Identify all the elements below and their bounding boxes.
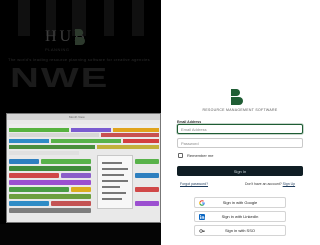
hub-logo: HUB [45,28,93,48]
brand-logo-icon [231,89,249,105]
google-sign-in-button[interactable]: Sign in with Google [194,197,286,208]
screenshot-title: Month View [69,115,85,119]
hub-logo-sub: PLANNING [45,47,70,52]
sign-in-button[interactable]: Sign In [177,166,303,176]
sso-sign-in-label: Sign in with SSO [224,228,255,233]
sign-up-link[interactable]: Sign Up [283,182,295,186]
hero-caption: The world's leading resource planning so… [8,57,150,62]
email-field[interactable] [177,124,303,134]
screenshot-popover [97,155,133,209]
brand-caption: Resource Management Software [202,108,278,112]
linkedin-sign-in-button[interactable]: Sign in with LinkedIn [194,211,286,222]
hub-b-mark-icon [75,29,93,45]
linkedin-sign-in-label: Sign in with LinkedIn [221,214,259,219]
hero-graphic-text: NWE [10,62,110,94]
forgot-password-link[interactable]: Forgot password? [180,182,208,186]
remember-me-checkbox[interactable] [178,153,183,158]
no-account-text: Don't have an account? [245,182,282,186]
google-sign-in-label: Sign in with Google [222,200,258,205]
hero-panel: HUB PLANNING The world's leading resourc… [0,0,161,245]
sso-sign-in-button[interactable]: Sign in with SSO [194,225,286,236]
password-field[interactable] [177,138,303,148]
signup-line: Don't have an account? Sign Up [245,182,295,186]
app-screenshot: Month View [6,113,161,223]
remember-me[interactable]: Remember me [178,153,213,158]
remember-me-label: Remember me [187,153,214,158]
